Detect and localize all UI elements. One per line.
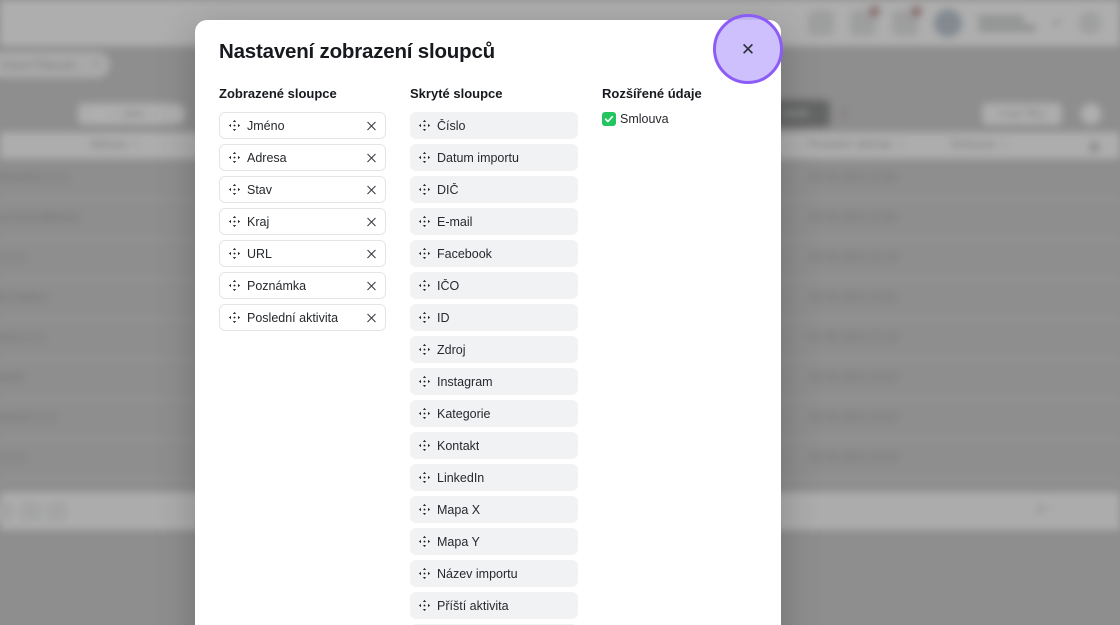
hidden-column-item[interactable]: ID [410,304,578,331]
hidden-column-label: Kategorie [437,406,491,421]
hidden-column-label: Příští aktivita [437,598,509,613]
remove-column-icon[interactable] [365,215,378,228]
shown-column-label: Adresa [247,150,287,165]
shown-column-item[interactable]: URL [219,240,386,267]
shown-column-label: Poslední aktivita [247,310,339,325]
hidden-column-item[interactable]: Zdroj [410,336,578,363]
extra-fields-panel: Rozšířené údaje Smlouva [602,86,757,625]
drag-move-icon[interactable] [228,311,241,324]
hidden-column-label: ID [437,310,450,325]
shown-column-label: URL [247,246,273,261]
hidden-column-label: Zdroj [437,342,466,357]
drag-move-icon[interactable] [418,375,431,388]
hidden-columns-panel: Skryté sloupce Číslo Datum importu DIČ E-ma… [410,86,578,625]
shown-column-item[interactable]: Kraj [219,208,386,235]
shown-column-item[interactable]: Poslední aktivita [219,304,386,331]
shown-column-item[interactable]: Stav [219,176,386,203]
hidden-columns-list: Číslo Datum importu DIČ E-mail Facebook IČO ID… [410,112,578,625]
remove-column-icon[interactable] [365,247,378,260]
shown-column-label: Poznámka [247,278,307,293]
hidden-column-item[interactable]: DIČ [410,176,578,203]
drag-move-icon[interactable] [418,183,431,196]
shown-column-item[interactable]: Poznámka [219,272,386,299]
hidden-columns-heading: Skryté sloupce [410,86,503,101]
cursor-highlight: ✕ [713,14,783,84]
drag-move-icon[interactable] [228,247,241,260]
hidden-column-item[interactable]: Číslo [410,112,578,139]
shown-column-label: Jméno [247,118,285,133]
hidden-column-item[interactable]: IČO [410,272,578,299]
remove-column-icon[interactable] [365,183,378,196]
hidden-column-label: Facebook [437,246,492,261]
remove-column-icon[interactable] [365,279,378,292]
drag-move-icon[interactable] [418,151,431,164]
extra-fields-heading: Rozšířené údaje [602,86,702,101]
hidden-column-label: Kontakt [437,438,480,453]
hidden-column-label: E-mail [437,214,473,229]
shown-columns-heading: Zobrazené sloupce [219,86,337,101]
hidden-column-label: DIČ [437,182,459,197]
drag-move-icon[interactable] [228,151,241,164]
page-title: Nastavení zobrazení sloupců [219,40,495,63]
drag-move-icon[interactable] [228,215,241,228]
shown-column-label: Kraj [247,214,270,229]
drag-move-icon[interactable] [418,215,431,228]
hidden-column-item[interactable]: Mapa X [410,496,578,523]
hidden-column-label: Mapa Y [437,534,480,549]
hidden-column-label: LinkedIn [437,470,485,485]
hidden-column-item[interactable]: Kategorie [410,400,578,427]
hidden-column-label: Instagram [437,374,493,389]
hidden-column-item[interactable]: Název importu [410,560,578,587]
drag-move-icon[interactable] [418,119,431,132]
hidden-column-item[interactable]: Instagram [410,368,578,395]
drag-move-icon[interactable] [418,599,431,612]
shown-columns-list: Jméno Adresa Stav Kraj URL Poznámka Poslední a… [219,112,386,331]
smlouva-checkbox-row[interactable]: Smlouva [602,112,757,126]
checkbox-checked-icon[interactable] [602,112,616,126]
close-icon[interactable]: ✕ [741,41,755,58]
remove-column-icon[interactable] [365,151,378,164]
hidden-column-item[interactable]: LinkedIn [410,464,578,491]
drag-move-icon[interactable] [418,503,431,516]
drag-move-icon[interactable] [418,343,431,356]
hidden-column-item[interactable]: E-mail [410,208,578,235]
drag-move-icon[interactable] [418,279,431,292]
hidden-column-label: Mapa X [437,502,481,517]
hidden-column-item[interactable]: Facebook [410,240,578,267]
hidden-column-label: Název importu [437,566,518,581]
hidden-column-label: IČO [437,278,460,293]
remove-column-icon[interactable] [365,311,378,324]
shown-column-label: Stav [247,182,273,197]
drag-move-icon[interactable] [418,407,431,420]
drag-move-icon[interactable] [418,311,431,324]
hidden-column-item[interactable]: Kontakt [410,432,578,459]
column-settings-modal: Nastavení zobrazení sloupců Zobrazené sl… [195,20,781,625]
hidden-column-item[interactable]: Mapa Y [410,528,578,555]
hidden-column-label: Číslo [437,118,466,133]
drag-move-icon[interactable] [228,183,241,196]
drag-move-icon[interactable] [418,247,431,260]
smlouva-checkbox-label: Smlouva [620,112,669,126]
shown-column-item[interactable]: Jméno [219,112,386,139]
drag-move-icon[interactable] [418,567,431,580]
shown-columns-panel: Zobrazené sloupce Jméno Adresa Stav Kraj URL… [219,86,386,625]
remove-column-icon[interactable] [365,119,378,132]
hidden-column-item[interactable]: Příští aktivita [410,592,578,619]
drag-move-icon[interactable] [418,471,431,484]
drag-move-icon[interactable] [418,535,431,548]
drag-move-icon[interactable] [228,119,241,132]
shown-column-item[interactable]: Adresa [219,144,386,171]
hidden-column-label: Datum importu [437,150,519,165]
drag-move-icon[interactable] [228,279,241,292]
drag-move-icon[interactable] [418,439,431,452]
hidden-column-item[interactable]: Datum importu [410,144,578,171]
